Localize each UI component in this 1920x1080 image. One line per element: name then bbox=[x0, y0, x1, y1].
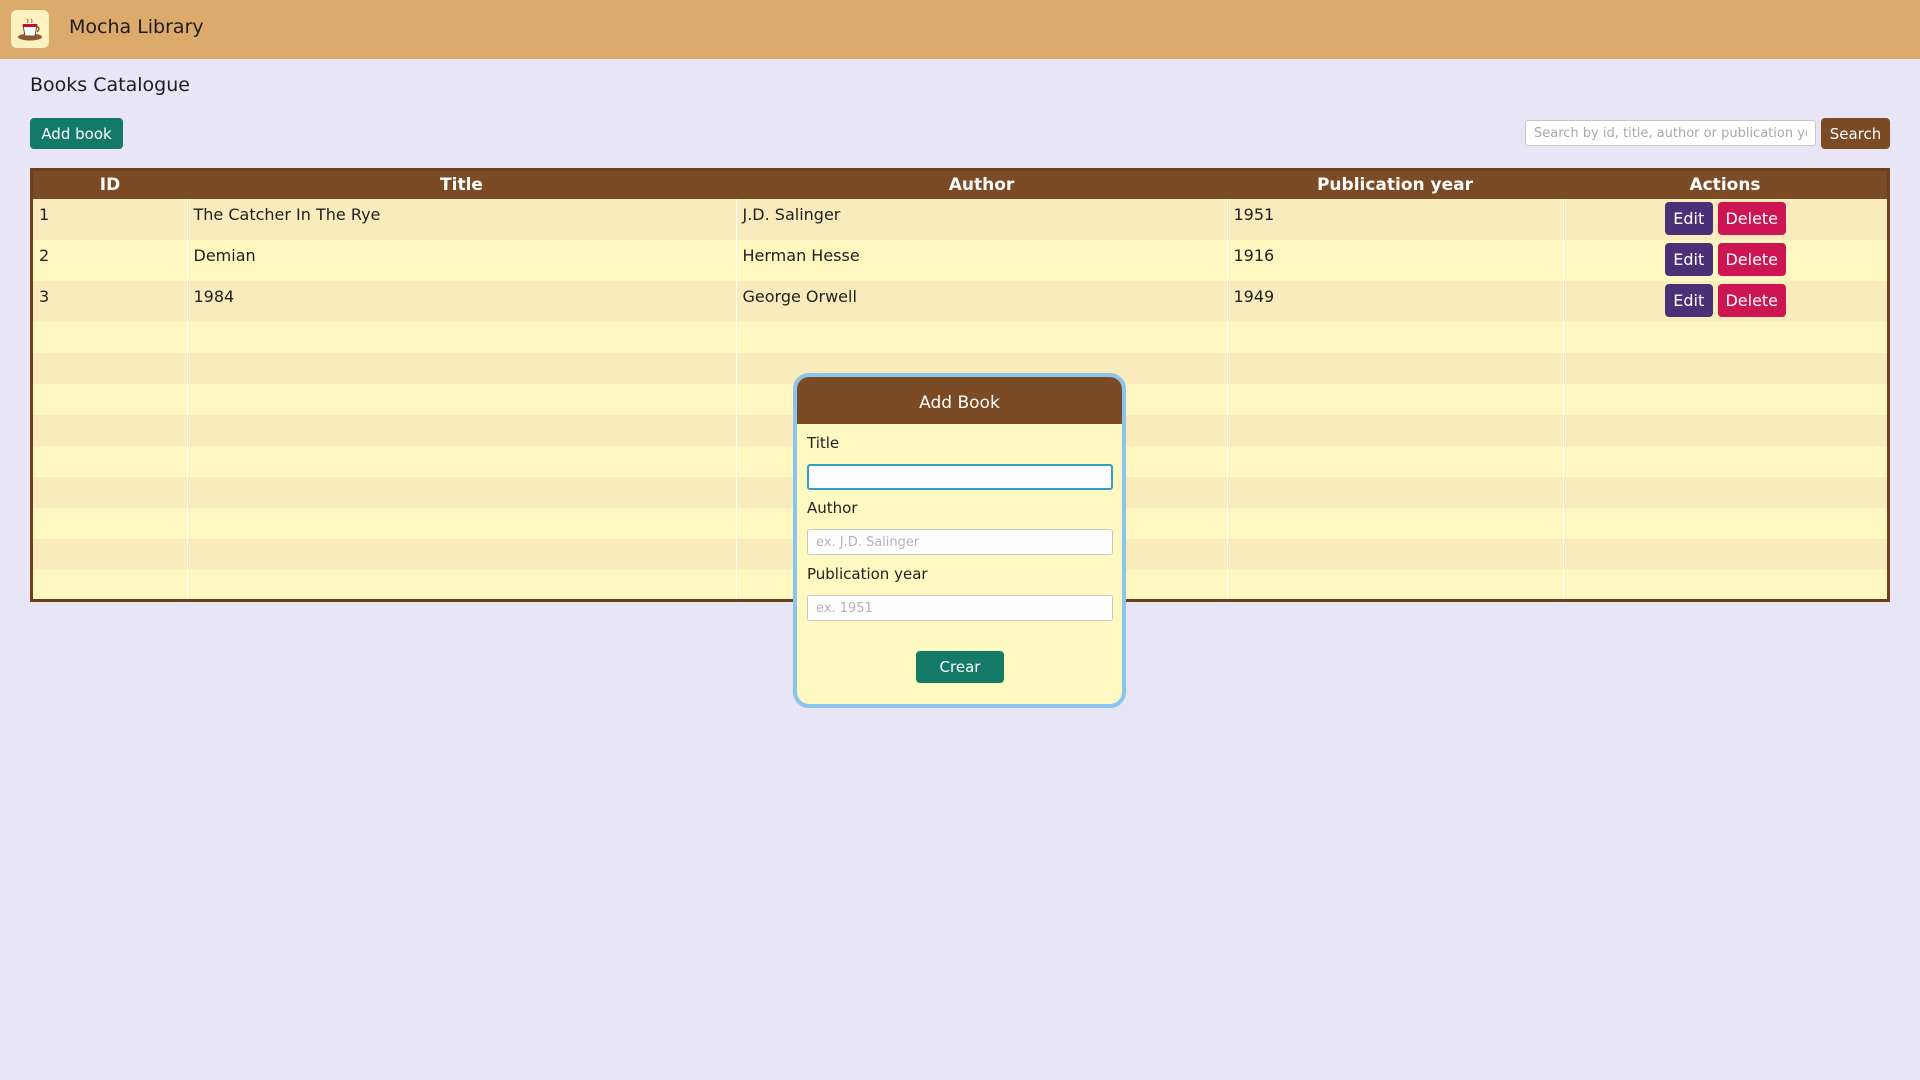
cell-id: 2 bbox=[33, 240, 188, 281]
table-row: 1 The Catcher In The Rye J.D. Salinger 1… bbox=[33, 199, 1887, 240]
app-title: Mocha Library bbox=[69, 16, 204, 38]
author-field[interactable] bbox=[807, 529, 1113, 555]
edit-button[interactable]: Edit bbox=[1664, 284, 1713, 317]
edit-button[interactable]: Edit bbox=[1664, 202, 1713, 235]
column-header-author[interactable]: Author bbox=[736, 171, 1227, 199]
column-header-id[interactable]: ID bbox=[33, 171, 187, 199]
cell-title: The Catcher In The Rye bbox=[187, 199, 737, 240]
create-button[interactable]: Crear bbox=[916, 651, 1004, 683]
column-header-title[interactable]: Title bbox=[187, 171, 736, 199]
delete-button[interactable]: Delete bbox=[1717, 284, 1786, 317]
coffee-cup-icon[interactable] bbox=[11, 10, 49, 48]
edit-button[interactable]: Edit bbox=[1664, 243, 1713, 276]
table-header-row: ID Title Author Publication year Actions bbox=[33, 171, 1887, 199]
year-label: Publication year bbox=[807, 565, 928, 583]
column-header-year[interactable]: Publication year bbox=[1227, 171, 1563, 199]
title-field[interactable] bbox=[807, 464, 1113, 490]
cell-id: 1 bbox=[33, 199, 188, 240]
cell-actions: Edit Delete bbox=[1563, 240, 1887, 281]
top-bar: Mocha Library bbox=[0, 0, 1920, 59]
cell-author: J.D. Salinger bbox=[736, 199, 1228, 240]
page-title: Books Catalogue bbox=[30, 74, 190, 96]
cell-year: 1949 bbox=[1227, 281, 1564, 322]
search-button[interactable]: Search bbox=[1821, 118, 1890, 149]
cell-title: 1984 bbox=[187, 281, 737, 322]
title-label: Title bbox=[807, 434, 840, 452]
cell-year: 1951 bbox=[1227, 199, 1564, 240]
table-row: 2 Demian Herman Hesse 1916 Edit Delete bbox=[33, 240, 1887, 281]
cell-title: Demian bbox=[187, 240, 737, 281]
table-row: 3 1984 George Orwell 1949 Edit Delete bbox=[33, 281, 1887, 322]
cell-author: Herman Hesse bbox=[736, 240, 1228, 281]
cell-actions: Edit Delete bbox=[1563, 199, 1887, 240]
empty-row bbox=[33, 322, 1887, 353]
cell-author: George Orwell bbox=[736, 281, 1228, 322]
add-book-button[interactable]: Add book bbox=[30, 118, 123, 149]
author-label: Author bbox=[807, 499, 858, 517]
cell-id: 3 bbox=[33, 281, 188, 322]
search-input[interactable] bbox=[1525, 120, 1816, 146]
publication-year-field[interactable] bbox=[807, 595, 1113, 621]
add-book-modal: Add Book Title Author Publication year C… bbox=[793, 373, 1126, 708]
column-header-actions: Actions bbox=[1563, 171, 1887, 199]
cell-actions: Edit Delete bbox=[1563, 281, 1887, 322]
delete-button[interactable]: Delete bbox=[1717, 243, 1786, 276]
cell-year: 1916 bbox=[1227, 240, 1564, 281]
modal-title: Add Book bbox=[797, 377, 1122, 424]
delete-button[interactable]: Delete bbox=[1717, 202, 1786, 235]
